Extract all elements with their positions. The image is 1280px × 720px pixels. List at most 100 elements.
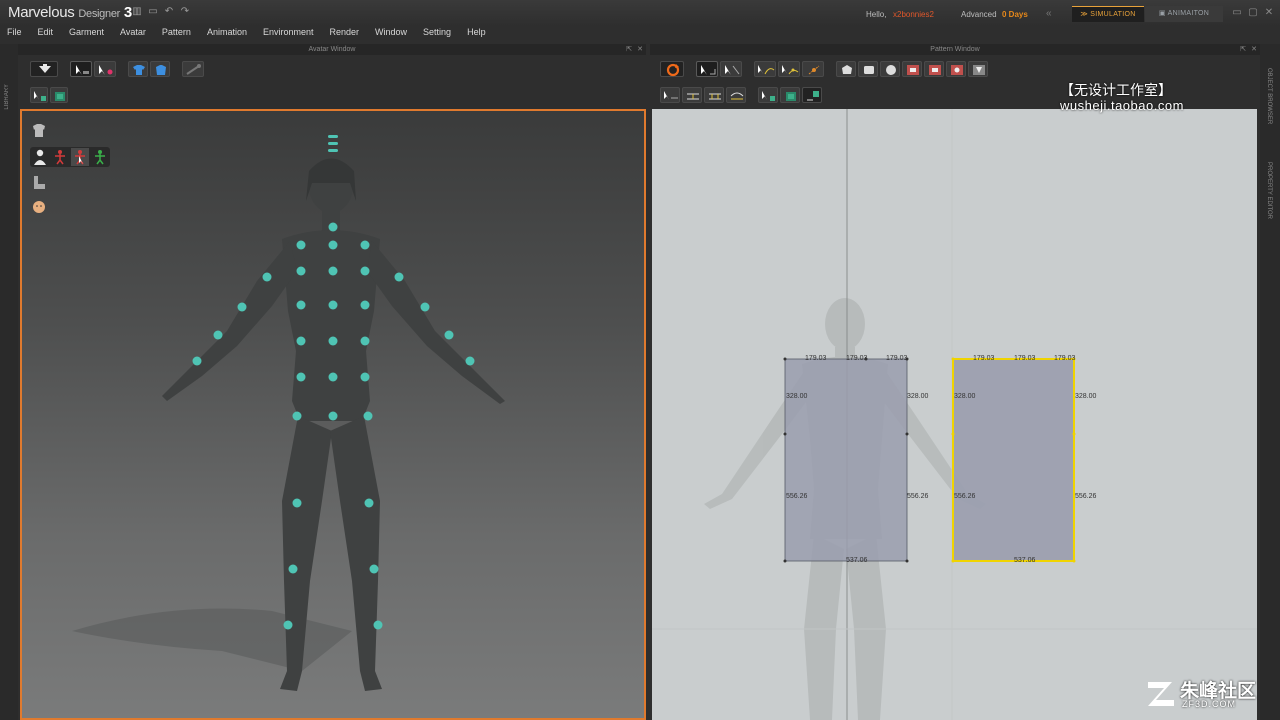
arrangement-point[interactable] [360,240,370,250]
arrangement-point[interactable] [364,498,374,508]
arrangement-point[interactable] [296,240,306,250]
object-browser-tab[interactable]: OBJECT BROWSER [1266,68,1272,124]
username-link[interactable]: x2bonnies2 [893,10,934,19]
arrangement-point[interactable] [360,372,370,382]
arrangement-point[interactable] [192,356,202,366]
arrangement-point[interactable] [328,222,338,232]
arrangement-point[interactable] [262,272,272,282]
arrangement-point[interactable] [394,272,404,282]
arrangement-point[interactable] [328,372,338,382]
pattern-snap-icon[interactable] [802,87,822,103]
folder-icon[interactable]: ▭ [148,7,158,17]
pattern-piece-left[interactable]: 179.03 179.03 179.03 328.00 328.00 556.2… [783,355,929,564]
menu-animation[interactable]: Animation [207,26,247,42]
menu-file[interactable]: File [7,26,22,42]
simulation-mode-button[interactable]: ≫ SIMULATION [1072,6,1144,22]
property-editor-tab[interactable]: PROPERTY EDITOR [1266,162,1272,219]
internal-polygon-icon[interactable] [902,61,922,77]
arrangement-point[interactable] [296,300,306,310]
menu-environment[interactable]: Environment [263,26,314,42]
arrangement-point[interactable] [369,564,379,574]
segment-sewing-icon[interactable] [682,87,702,103]
refresh-sync-icon[interactable] [660,61,684,77]
polygon-tool-icon[interactable] [836,61,856,77]
animation-mode-button[interactable]: ▣ ANIMAITON [1145,6,1223,22]
arrangement-point[interactable] [465,356,475,366]
arrangement-point[interactable] [360,266,370,276]
pattern-arrange-select-icon[interactable] [758,87,778,103]
rectangle-tool-icon[interactable] [858,61,878,77]
arrangement-point[interactable] [292,498,302,508]
arrangement-point[interactable] [373,620,383,630]
menu-render[interactable]: Render [330,26,360,42]
arrangement-point[interactable] [328,300,338,310]
multi-sewing-icon[interactable] [726,87,746,103]
menu-help[interactable]: Help [467,26,486,42]
head-arrangement-point[interactable] [328,135,338,138]
pattern-piece-right[interactable]: 179.03 179.03 179.03 328.00 328.00 556.2… [951,355,1097,564]
arrangement-point[interactable] [213,330,223,340]
arrangement-point[interactable] [296,372,306,382]
head-arrangement-point[interactable] [328,142,338,145]
undo-icon[interactable]: ↶ [164,7,174,17]
arrangement-point[interactable] [296,266,306,276]
internal-rectangle-icon[interactable] [924,61,944,77]
close-icon[interactable]: ✕ [1264,8,1274,18]
arrangement-point[interactable] [237,302,247,312]
undock-icon[interactable]: ⇱ [626,44,632,55]
pattern-viewport[interactable]: 179.03 179.03 179.03 328.00 328.00 556.2… [652,109,1257,720]
transform-pattern-icon[interactable] [696,61,718,77]
select-move-icon[interactable] [70,61,92,77]
edit-curve-point-icon[interactable] [778,61,800,77]
free-sewing-icon[interactable] [704,87,724,103]
edit-curvature-icon[interactable] [754,61,776,77]
menu-edit[interactable]: Edit [38,26,54,42]
edit-pattern-icon[interactable] [720,61,742,77]
head-arrangement-point[interactable] [328,149,338,152]
maximize-icon[interactable]: ▢ [1248,8,1258,18]
menu-window[interactable]: Window [375,26,407,42]
circle-tool-icon[interactable] [880,61,900,77]
library-panel-tab[interactable]: LIBRARY [0,44,18,720]
arrangement-point[interactable] [328,336,338,346]
arrangement-point[interactable] [360,336,370,346]
avatar-viewport[interactable] [20,109,646,720]
chart-icon[interactable]: ▥ [132,7,142,17]
garment-tshirt-icon[interactable] [128,61,148,77]
arrangement-point[interactable] [328,411,338,421]
drape-down-icon[interactable] [30,61,58,77]
menu-garment[interactable]: Garment [69,26,104,42]
arrange-select-icon[interactable] [30,87,48,103]
minimize-icon[interactable]: ▭ [1232,8,1242,18]
avatar-window-close-icon[interactable]: ✕ [637,44,643,55]
pattern-arrange-icon[interactable] [780,87,800,103]
arrangement-point[interactable] [420,302,430,312]
arrangement-point[interactable] [363,411,373,421]
arrangement-point[interactable] [444,330,454,340]
garment-shirt-icon[interactable] [150,61,170,77]
add-point-icon[interactable] [802,61,824,77]
edit-sewing-icon[interactable] [660,87,680,103]
dart-tool-icon[interactable] [968,61,988,77]
double-chevron-icon[interactable]: « [1046,8,1052,19]
select-pin-icon[interactable] [94,61,116,77]
avatar-figure[interactable] [22,111,644,718]
pattern-window-close-icon[interactable]: ✕ [1251,44,1257,55]
internal-circle-icon[interactable] [946,61,966,77]
menu-avatar[interactable]: Avatar [120,26,146,42]
arrangement-point[interactable] [283,620,293,630]
arrangement-point[interactable] [328,240,338,250]
app-name: Marvelous [8,4,75,21]
arrangement-point[interactable] [288,564,298,574]
arrangement-point[interactable] [360,300,370,310]
arrangement-point[interactable] [328,266,338,276]
pattern-canvas[interactable]: 179.03 179.03 179.03 328.00 328.00 556.2… [652,109,1257,720]
arrangement-point[interactable] [296,336,306,346]
menu-setting[interactable]: Setting [423,26,451,42]
arrangement-point[interactable] [292,411,302,421]
measure-tool-icon[interactable] [182,61,204,77]
redo-icon[interactable]: ↷ [180,7,190,17]
menu-pattern[interactable]: Pattern [162,26,191,42]
pattern-undock-icon[interactable]: ⇱ [1240,44,1246,55]
arrange-points-icon[interactable] [50,87,68,103]
